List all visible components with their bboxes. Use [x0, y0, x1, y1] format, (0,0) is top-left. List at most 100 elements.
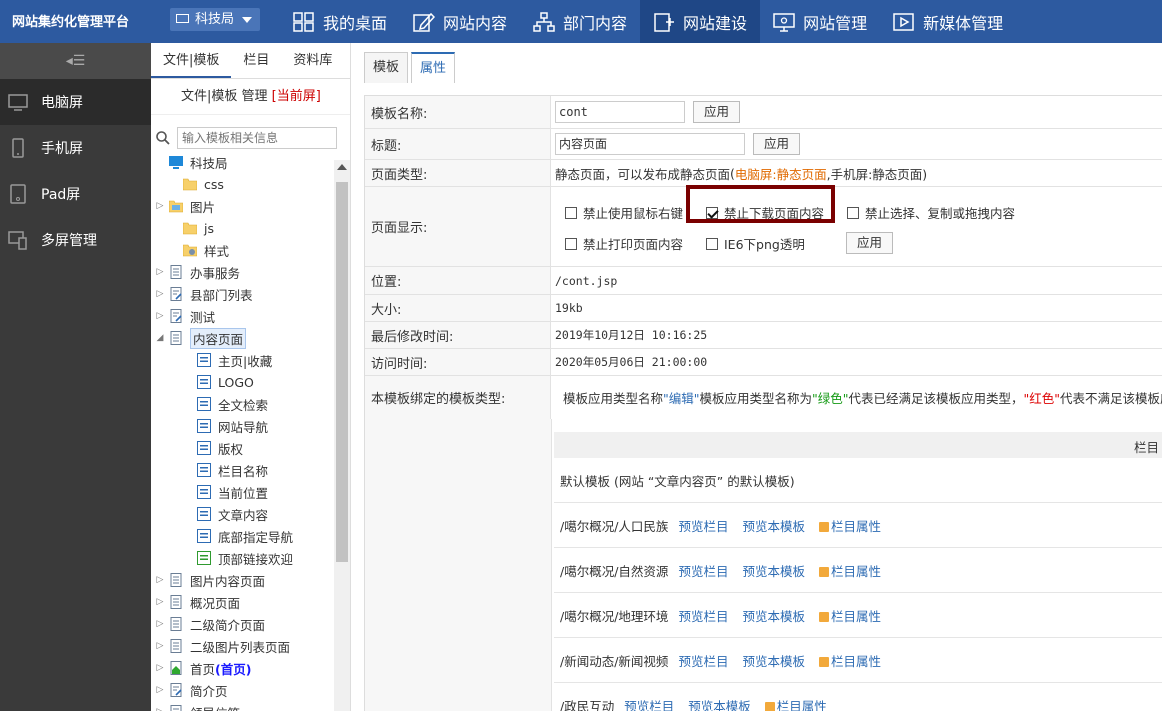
tree-node-label: 科技局 — [190, 155, 228, 171]
preview-template-link[interactable]: 预览本模板 — [742, 561, 805, 580]
tree-node[interactable]: css — [151, 173, 335, 195]
tree-node[interactable]: 版权 — [151, 437, 335, 459]
apply-title-button[interactable]: 应用 — [753, 133, 801, 155]
tree-search-input[interactable] — [177, 127, 337, 149]
tree-node[interactable]: 全文检索 — [151, 393, 335, 415]
expand-arrow-icon[interactable]: ▷ — [155, 707, 165, 711]
expand-arrow-icon[interactable]: ▷ — [155, 685, 165, 695]
access-value: 2020年05月06日 21:00:00 — [555, 355, 708, 369]
column-path: /噶尔概况/自然资源 — [560, 563, 669, 579]
sidebar-item-desktop[interactable]: 电脑屏 — [0, 79, 151, 125]
column-props-link[interactable]: 栏目属性 — [818, 606, 881, 625]
opt-disable-select[interactable]: 禁止选择、复制或拖拽内容 — [847, 203, 1015, 222]
checkbox[interactable] — [847, 206, 859, 219]
nav-site-manage[interactable]: 网站管理 — [760, 0, 880, 43]
block-icon — [197, 463, 211, 477]
preview-template-link[interactable]: 预览本模板 — [742, 516, 805, 535]
tree-node[interactable]: ▷ 图片 — [151, 195, 335, 217]
column-props-link[interactable]: 栏目属性 — [764, 696, 827, 711]
tab-library[interactable]: 资料库 — [281, 43, 344, 78]
checkbox[interactable] — [565, 237, 577, 250]
sidebar-collapse-toggle[interactable]: ◂☰ — [0, 43, 151, 79]
tree-node[interactable]: ▷ 领导信箱 — [151, 701, 335, 711]
tree-node[interactable]: ▷ 简介页 — [151, 679, 335, 701]
collapse-arrow-icon[interactable]: ◢ — [155, 333, 165, 343]
preview-column-link[interactable]: 预览栏目 — [678, 606, 728, 625]
nav-site-build[interactable]: 网站建设 — [640, 0, 761, 43]
expand-arrow-icon[interactable]: ▷ — [155, 575, 165, 585]
tree-node[interactable]: ▷ 首页 (首页) — [151, 657, 335, 679]
preview-template-link[interactable]: 预览本模板 — [742, 606, 805, 625]
caret-down-icon — [242, 17, 252, 23]
expand-arrow-icon[interactable]: ▷ — [155, 311, 165, 321]
expand-arrow-icon[interactable]: ▷ — [155, 267, 165, 277]
tree-node-label: 二级简介页面 — [190, 617, 266, 633]
preview-template-link[interactable]: 预览本模板 — [688, 696, 751, 711]
column-props-link[interactable]: 栏目属性 — [818, 561, 881, 580]
tree-node-label: 当前位置 — [218, 485, 269, 501]
expand-arrow-icon[interactable]: ▷ — [155, 289, 165, 299]
sidebar-item-multiscreen[interactable]: 多屏管理 — [0, 217, 151, 263]
checkbox[interactable] — [565, 206, 577, 219]
tree-node[interactable]: 网站导航 — [151, 415, 335, 437]
tree-node[interactable]: ◢ 内容页面 — [151, 327, 335, 349]
preview-column-link[interactable]: 预览栏目 — [624, 696, 674, 711]
tree-node[interactable]: 样式 — [151, 239, 335, 261]
tablet-icon — [8, 184, 28, 204]
tree-node[interactable]: 底部指定导航 — [151, 525, 335, 547]
tree-node[interactable]: 主页|收藏 — [151, 349, 335, 371]
block-green-icon — [197, 551, 211, 565]
tree-node[interactable]: ▷ 图片内容页面 — [151, 569, 335, 591]
tree-node[interactable]: 文章内容 — [151, 503, 335, 525]
template-name-input[interactable]: cont — [555, 101, 685, 123]
preview-column-link[interactable]: 预览栏目 — [678, 516, 728, 535]
tab-files-templates[interactable]: 文件|模板 — [151, 43, 232, 78]
opt-ie6-png[interactable]: IE6下png透明 — [706, 234, 805, 253]
tab-template[interactable]: 模板 — [364, 52, 409, 83]
expand-arrow-icon[interactable]: ▷ — [155, 597, 165, 607]
tree-node[interactable]: 当前位置 — [151, 481, 335, 503]
tree-node[interactable]: ▷ 县部门列表 — [151, 283, 335, 305]
tree-scrollbar[interactable] — [334, 160, 350, 711]
title-input[interactable]: 内容页面 — [555, 133, 745, 155]
expand-arrow-icon[interactable]: ▷ — [155, 663, 165, 673]
search-icon — [155, 130, 171, 146]
tree-node[interactable]: 顶部链接欢迎 — [151, 547, 335, 569]
nav-site-content[interactable]: 网站内容 — [400, 0, 520, 43]
tree-node[interactable]: ▷ 测试 — [151, 305, 335, 327]
apply-name-button[interactable]: 应用 — [693, 101, 741, 123]
nav-my-desktop[interactable]: 我的桌面 — [280, 0, 400, 43]
preview-template-link[interactable]: 预览本模板 — [742, 651, 805, 670]
tab-properties[interactable]: 属性 — [411, 52, 456, 83]
column-props-link[interactable]: 栏目属性 — [818, 516, 881, 535]
tree-node[interactable]: 科技局 — [151, 151, 335, 173]
tree-node[interactable]: LOGO — [151, 371, 335, 393]
binding-desc-text: 模板应用类型名称为 — [699, 391, 813, 406]
expand-arrow-icon[interactable]: ▷ — [155, 619, 165, 629]
tree-node[interactable]: 栏目名称 — [151, 459, 335, 481]
apply-display-button[interactable]: 应用 — [846, 232, 894, 254]
tree-node[interactable]: ▷ 二级图片列表页面 — [151, 635, 335, 657]
scroll-thumb[interactable] — [336, 182, 348, 562]
opt-disable-right-click[interactable]: 禁止使用鼠标右键 — [565, 203, 683, 222]
scroll-up-icon[interactable] — [337, 164, 347, 170]
expand-arrow-icon[interactable]: ▷ — [155, 641, 165, 651]
nav-media-manage[interactable]: 新媒体管理 — [880, 0, 1016, 43]
nav-dept-content[interactable]: 部门内容 — [520, 0, 640, 43]
sidebar-item-phone[interactable]: 手机屏 — [0, 125, 151, 171]
org-selector[interactable]: 科技局 — [170, 8, 260, 31]
checkbox[interactable] — [706, 237, 718, 250]
tree-node[interactable]: ▷ 办事服务 — [151, 261, 335, 283]
label-page-type: 页面类型: — [365, 160, 551, 186]
preview-column-link[interactable]: 预览栏目 — [678, 561, 728, 580]
preview-column-link[interactable]: 预览栏目 — [678, 651, 728, 670]
tree-node[interactable]: js — [151, 217, 335, 239]
tree-node[interactable]: ▷ 概况页面 — [151, 591, 335, 613]
opt-disable-print[interactable]: 禁止打印页面内容 — [565, 234, 683, 253]
expand-arrow-icon[interactable]: ▷ — [155, 201, 165, 211]
page-type-text: 静态页面，可以发布成静态页面 — [555, 166, 731, 182]
sidebar-item-pad[interactable]: Pad屏 — [0, 171, 151, 217]
tab-columns[interactable]: 栏目 — [231, 43, 281, 78]
column-props-link[interactable]: 栏目属性 — [818, 651, 881, 670]
tree-node[interactable]: ▷ 二级简介页面 — [151, 613, 335, 635]
